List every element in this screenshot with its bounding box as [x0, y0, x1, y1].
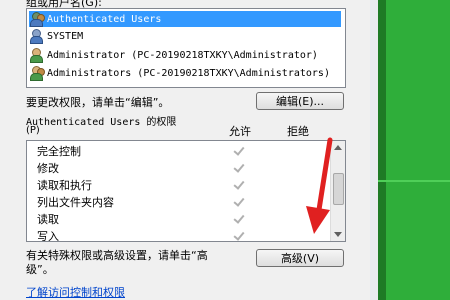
user-row-system[interactable]: SYSTEM: [29, 28, 341, 44]
permissions-for-label-accelerator: (P): [26, 125, 40, 136]
user-name: Authenticated Users: [47, 13, 162, 25]
group-users-icon: [29, 12, 45, 27]
security-dialog: 组或用户名(G): Authenticated Users SYSTEM Adm…: [0, 0, 362, 300]
allow-check-icon: [233, 145, 245, 157]
permission-name: 读取和执行: [37, 179, 92, 192]
permission-name: 列出文件夹内容: [37, 196, 114, 209]
permission-row: 修改: [37, 160, 327, 176]
permission-name: 写入: [37, 230, 59, 242]
edit-button[interactable]: 编辑(E)...: [256, 92, 344, 110]
permission-name: 完全控制: [37, 145, 81, 158]
permissions-for-label: Authenticated Users 的权限: [26, 117, 177, 128]
user-row-authenticated-users[interactable]: Authenticated Users: [29, 11, 341, 27]
allow-check-icon: [233, 213, 245, 225]
permission-row: 写入: [37, 228, 327, 242]
allow-check-icon: [233, 162, 245, 174]
user-name: Administrator (PC-20190218TXKY\Administr…: [47, 49, 318, 61]
permission-row: 读取和执行: [37, 177, 327, 193]
permission-row: 读取: [37, 211, 327, 227]
permission-name: 读取: [37, 213, 59, 226]
learn-access-control-link[interactable]: 了解访问控制和权限: [26, 284, 125, 300]
user-icon: [29, 48, 43, 63]
allow-column-header: 允许: [229, 125, 251, 138]
change-permissions-text: 要更改权限，请单击“编辑”。: [26, 96, 170, 109]
allow-check-icon: [233, 230, 245, 241]
system-user-icon: [29, 29, 43, 44]
user-name: SYSTEM: [47, 30, 84, 42]
advanced-button[interactable]: 高级(V): [256, 249, 344, 267]
allow-check-icon: [233, 196, 245, 208]
user-row-administrator[interactable]: Administrator (PC-20190218TXKY\Administr…: [29, 47, 341, 63]
user-listbox[interactable]: Authenticated Users SYSTEM Administrator…: [26, 8, 346, 88]
permissions-list[interactable]: 完全控制 修改 读取和执行 列出文件夹内容 读取 写入: [26, 140, 346, 242]
special-permissions-text-cont: 级”。: [26, 263, 54, 276]
desktop-background: [378, 0, 450, 300]
group-users-icon: [29, 66, 45, 81]
user-name: Administrators (PC-20190218TXKY\Administ…: [47, 67, 330, 79]
background-window-frame: [370, 0, 378, 300]
allow-check-icon: [233, 179, 245, 191]
permission-name: 修改: [37, 162, 59, 175]
permission-row: 完全控制: [37, 143, 327, 159]
user-row-administrators[interactable]: Administrators (PC-20190218TXKY\Administ…: [29, 65, 341, 81]
permission-row: 列出文件夹内容: [37, 194, 327, 210]
annotation-arrow-icon: [306, 137, 333, 234]
